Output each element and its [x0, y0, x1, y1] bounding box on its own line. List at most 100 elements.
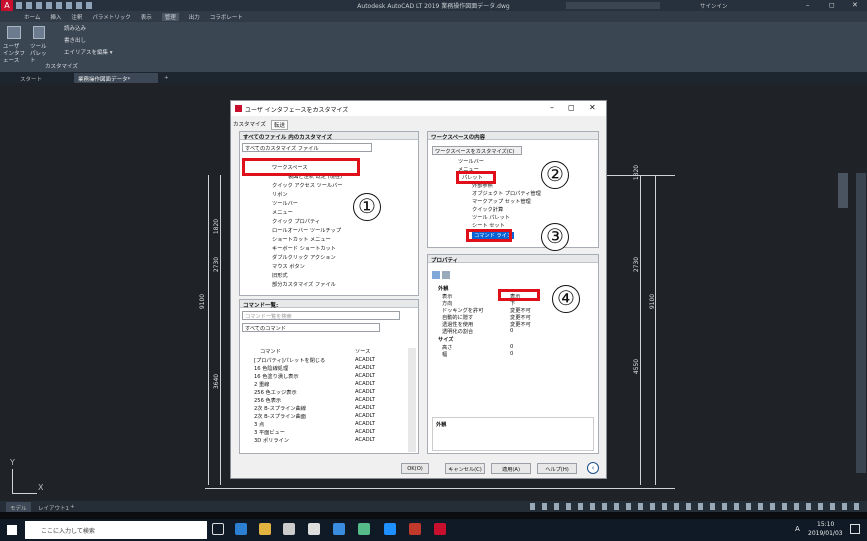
tree-mouse-buttons[interactable]: マウス ボタン	[272, 263, 305, 270]
command-row[interactable]: 3 点	[254, 421, 264, 428]
user-interface-icon[interactable]	[7, 26, 21, 39]
tab-view[interactable]: 表示	[141, 13, 152, 21]
tree-double-click[interactable]: ダブルクリック アクション	[272, 254, 336, 261]
prop-value[interactable]: 変更不可	[510, 321, 531, 328]
edit-aliases-button[interactable]: エイリアスを編集 ▾	[64, 50, 113, 57]
col-source[interactable]: ソース	[355, 348, 370, 355]
command-row[interactable]: 3 平面ビュー	[254, 429, 285, 436]
tree-quick-properties[interactable]: クイック プロパティ	[272, 218, 320, 225]
tree-rollover-tooltips[interactable]: ロールオーバー ツールチップ	[272, 227, 341, 234]
ws-properties[interactable]: オブジェクト プロパティ管理	[472, 190, 541, 197]
tab-manage[interactable]: 管理	[161, 12, 179, 21]
ws-quickcalc[interactable]: クイック計算	[472, 206, 503, 213]
start-tab[interactable]: スタート	[16, 73, 46, 83]
cancel-button[interactable]: キャンセル(C)	[445, 463, 485, 474]
collapse-arrow-icon[interactable]: ‹	[587, 462, 599, 474]
tool-palette-button[interactable]: ツール パレット	[30, 44, 50, 65]
maximize-button[interactable]: ◻	[829, 1, 835, 9]
tree-partial-cui[interactable]: 部分カスタマイズ ファイル	[272, 281, 336, 288]
close-button[interactable]: ✕	[852, 1, 858, 9]
command-row[interactable]: 2次 B-スプライン曲線	[254, 405, 306, 412]
clock-date[interactable]: 2019/01/03	[808, 530, 843, 537]
command-filter-select[interactable]: すべてのコマンド	[242, 323, 380, 332]
prop-category-size[interactable]: サイズ	[438, 336, 453, 343]
explorer-icon[interactable]	[259, 523, 271, 535]
ok-button[interactable]: OK(O)	[401, 463, 429, 474]
dialog-close-button[interactable]: ✕	[589, 103, 596, 112]
model-tab[interactable]: モデル	[6, 502, 31, 512]
tool-palette-icon[interactable]	[33, 26, 45, 39]
ws-sheetset[interactable]: シート セット	[472, 222, 505, 229]
ws-toolbars[interactable]: ツールバー	[458, 158, 484, 165]
tab-annotate[interactable]: 注釈	[71, 13, 82, 21]
command-row[interactable]: 2 重線	[254, 381, 269, 388]
dialog-maximize-button[interactable]: ◻	[568, 103, 575, 112]
media-icon[interactable]	[358, 523, 370, 535]
prop-value[interactable]: 0	[510, 351, 513, 357]
task-view-icon[interactable]	[212, 523, 224, 535]
prop-value[interactable]: 0	[510, 344, 513, 350]
notification-icon[interactable]	[850, 524, 860, 534]
edge-icon[interactable]	[235, 523, 247, 535]
command-row[interactable]: 16 色塗り潰し表示	[254, 373, 299, 380]
ie-icon[interactable]	[384, 523, 396, 535]
tab-insert[interactable]: 挿入	[50, 13, 61, 21]
ime-indicator[interactable]: A	[795, 525, 800, 533]
tab-output[interactable]: 出力	[189, 13, 200, 21]
command-row[interactable]: 3D ポリライン	[254, 437, 289, 444]
ws-markup[interactable]: マークアップ セット管理	[472, 198, 531, 205]
command-row[interactable]: 256 色表示	[254, 397, 281, 404]
tab-customize[interactable]: カスタマイズ	[233, 120, 266, 128]
new-tab-button[interactable]: +	[160, 73, 173, 83]
tab-home[interactable]: ホーム	[24, 13, 40, 21]
command-row[interactable]: 256 色エッジ表示	[254, 389, 297, 396]
tab-collaborate[interactable]: コラボレート	[210, 13, 243, 21]
help-button[interactable]: ヘルプ(H)	[537, 463, 577, 474]
status-bar-tools[interactable]	[530, 503, 860, 510]
tree-qat[interactable]: クイック アクセス ツールバー	[272, 182, 342, 189]
prop-value[interactable]: 0	[510, 328, 513, 334]
minimize-button[interactable]: –	[806, 1, 810, 9]
search-box[interactable]	[566, 2, 660, 9]
clock-time[interactable]: 15:10	[817, 521, 834, 528]
navigation-bar[interactable]	[838, 173, 848, 208]
customization-file-select[interactable]: すべてのカスタマイズ ファイル	[242, 143, 372, 152]
dialog-minimize-button[interactable]: –	[550, 103, 554, 112]
store-icon[interactable]	[308, 523, 320, 535]
user-signin[interactable]: サインイン	[700, 2, 728, 10]
load-button[interactable]: 読み込み	[64, 26, 86, 33]
taskbar-search-input[interactable]: ここに入力して検索	[25, 521, 207, 539]
export-button[interactable]: 書き出し	[64, 38, 86, 45]
user-interface-button[interactable]: ユーザ インタフェース	[3, 44, 25, 65]
ws-tool-palettes[interactable]: ツール パレット	[472, 214, 510, 221]
prop-value[interactable]: 下	[510, 300, 515, 307]
tree-shortcut-menus[interactable]: ショートカット メニュー	[272, 236, 331, 243]
sort-az-icon[interactable]	[442, 271, 450, 279]
tree-ribbon[interactable]: リボン	[272, 191, 288, 198]
command-row[interactable]: 2次 B-スプライン曲面	[254, 413, 306, 420]
tree-legacy[interactable]: 旧形式	[272, 272, 288, 279]
tree-menus[interactable]: メニュー	[272, 209, 293, 216]
command-list-scrollbar[interactable]	[408, 348, 416, 452]
command-search-input[interactable]: コマンド一覧を検索	[242, 311, 400, 320]
tab-transfer[interactable]: 転送	[271, 120, 289, 130]
office-icon[interactable]	[409, 523, 421, 535]
command-row[interactable]: 16 色陰線処理	[254, 365, 288, 372]
windows-start-icon[interactable]	[7, 525, 17, 535]
apply-button[interactable]: 適用(A)	[491, 463, 531, 474]
categorized-icon[interactable]	[432, 271, 440, 279]
add-layout-tab[interactable]: +	[66, 502, 79, 512]
tree-keyboard-shortcuts[interactable]: キーボード ショートカット	[272, 245, 336, 252]
customize-workspace-button[interactable]: ワークスペースをカスタマイズ(C)	[432, 146, 522, 155]
prop-category-appearance[interactable]: 外観	[438, 285, 448, 292]
mail-icon[interactable]	[283, 523, 295, 535]
side-palette-strip[interactable]	[856, 173, 866, 473]
prop-value[interactable]: 変更不可	[510, 307, 531, 314]
command-row[interactable]: [プロパティ]パレットを閉じる	[254, 357, 325, 364]
col-command[interactable]: コマンド	[260, 348, 281, 355]
autocad-icon[interactable]	[434, 523, 446, 535]
document-tab[interactable]: 業務操作図面データ*	[74, 73, 158, 83]
prop-value[interactable]: 変更不可	[510, 314, 531, 321]
app-icon[interactable]	[333, 523, 345, 535]
tree-toolbars[interactable]: ツールバー	[272, 200, 298, 207]
